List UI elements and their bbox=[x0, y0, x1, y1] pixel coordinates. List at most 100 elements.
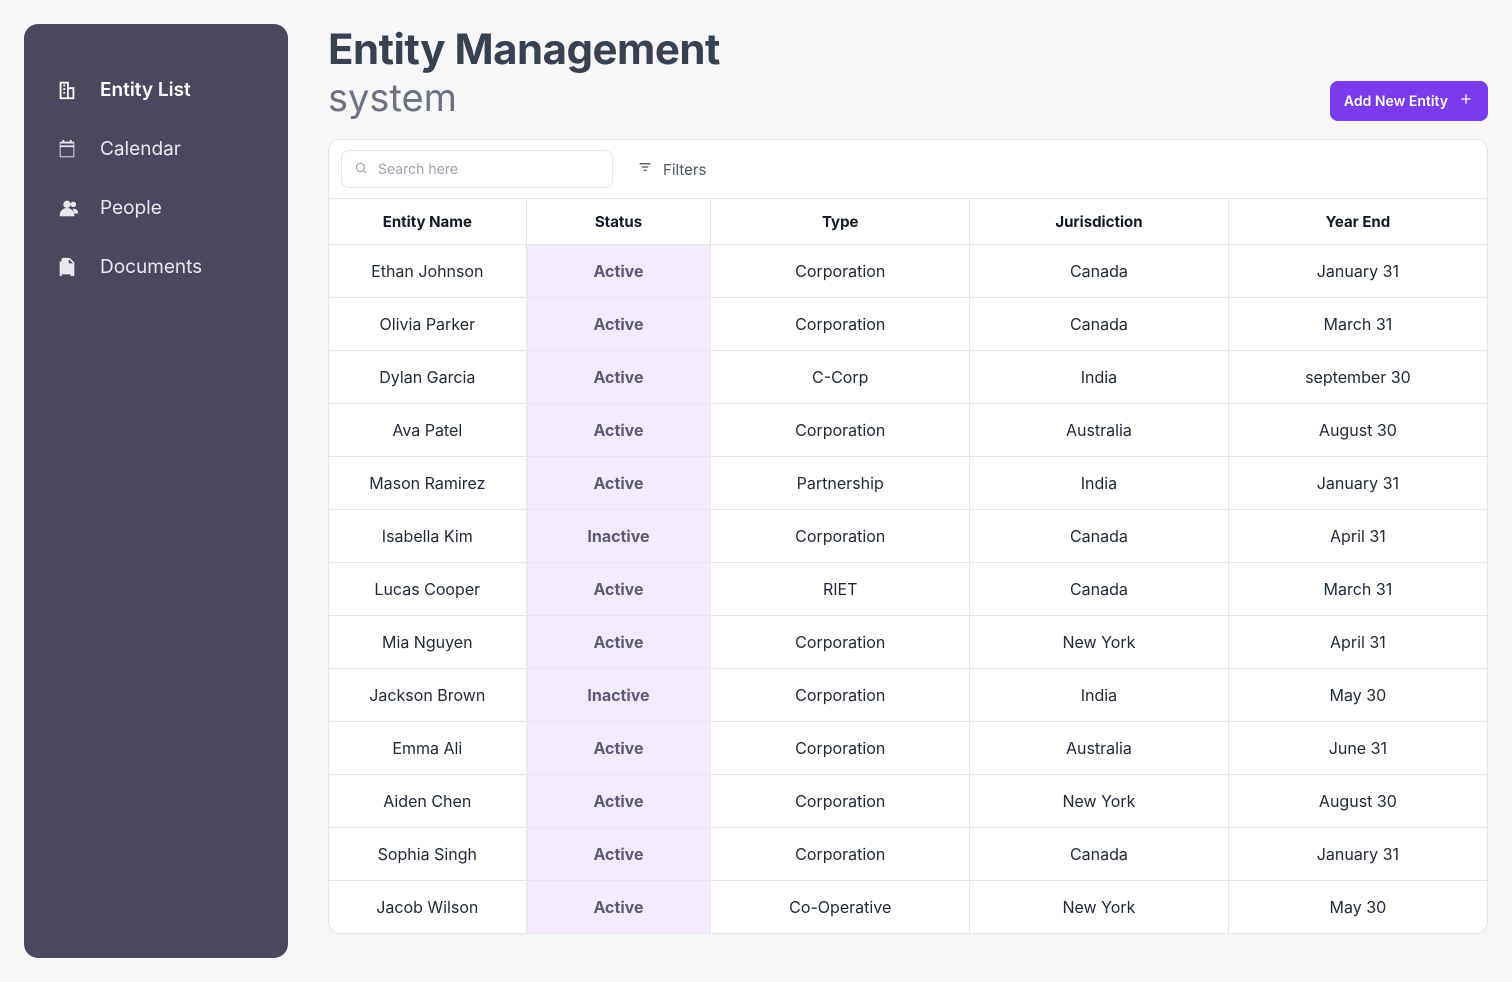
search-box[interactable] bbox=[341, 150, 613, 188]
sidebar-item-label: Entity List bbox=[100, 78, 191, 101]
cell-jurisdiction: New York bbox=[970, 616, 1229, 669]
col-status[interactable]: Status bbox=[526, 199, 711, 245]
sidebar-item-entity-list[interactable]: Entity List bbox=[48, 60, 264, 119]
table-row[interactable]: Sophia SinghActiveCorporationCanadaJanua… bbox=[329, 828, 1487, 881]
entity-table: Entity Name Status Type Jurisdiction Yea… bbox=[329, 198, 1487, 933]
table-row[interactable]: Dylan GarciaActiveC-CorpIndiaseptember 3… bbox=[329, 351, 1487, 404]
cell-status: Inactive bbox=[526, 510, 711, 563]
cell-status: Active bbox=[526, 563, 711, 616]
cell-entity-name: Ethan Johnson bbox=[329, 245, 526, 298]
page-title-line2: system bbox=[328, 75, 720, 121]
cell-jurisdiction: Canada bbox=[970, 563, 1229, 616]
building-icon bbox=[56, 79, 78, 101]
table-row[interactable]: Jackson BrownInactiveCorporationIndiaMay… bbox=[329, 669, 1487, 722]
col-entity-name[interactable]: Entity Name bbox=[329, 199, 526, 245]
sidebar-item-label: Calendar bbox=[100, 137, 181, 160]
main-content: Entity Management system Add New Entity bbox=[328, 24, 1488, 958]
sidebar-item-label: Documents bbox=[100, 255, 202, 278]
table-row[interactable]: Isabella KimInactiveCorporationCanadaApr… bbox=[329, 510, 1487, 563]
search-input[interactable] bbox=[378, 161, 600, 178]
cell-year-end: January 31 bbox=[1228, 828, 1487, 881]
cell-status: Active bbox=[526, 351, 711, 404]
table-row[interactable]: Lucas CooperActiveRIETCanadaMarch 31 bbox=[329, 563, 1487, 616]
cell-jurisdiction: Canada bbox=[970, 510, 1229, 563]
col-jurisdiction[interactable]: Jurisdiction bbox=[970, 199, 1229, 245]
col-year-end[interactable]: Year End bbox=[1228, 199, 1487, 245]
cell-type: Corporation bbox=[711, 298, 970, 351]
table-toolbar: Filters bbox=[329, 140, 1487, 198]
cell-type: Corporation bbox=[711, 245, 970, 298]
table-row[interactable]: Ava PatelActiveCorporationAustraliaAugus… bbox=[329, 404, 1487, 457]
table-row[interactable]: Aiden ChenActiveCorporationNew YorkAugus… bbox=[329, 775, 1487, 828]
table-row[interactable]: Olivia ParkerActiveCorporationCanadaMarc… bbox=[329, 298, 1487, 351]
cell-year-end: september 30 bbox=[1228, 351, 1487, 404]
cell-jurisdiction: New York bbox=[970, 881, 1229, 934]
cell-entity-name: Lucas Cooper bbox=[329, 563, 526, 616]
cell-year-end: June 31 bbox=[1228, 722, 1487, 775]
cell-jurisdiction: Canada bbox=[970, 298, 1229, 351]
search-icon bbox=[354, 159, 368, 179]
table-row[interactable]: Jacob WilsonActiveCo-OperativeNew YorkMa… bbox=[329, 881, 1487, 934]
cell-type: Corporation bbox=[711, 616, 970, 669]
cell-jurisdiction: India bbox=[970, 669, 1229, 722]
table-row[interactable]: Emma AliActiveCorporationAustraliaJune 3… bbox=[329, 722, 1487, 775]
cell-entity-name: Mia Nguyen bbox=[329, 616, 526, 669]
cell-status: Active bbox=[526, 404, 711, 457]
cell-type: Corporation bbox=[711, 828, 970, 881]
cell-year-end: August 30 bbox=[1228, 404, 1487, 457]
cell-jurisdiction: India bbox=[970, 351, 1229, 404]
cell-year-end: May 30 bbox=[1228, 669, 1487, 722]
plus-icon bbox=[1458, 91, 1474, 111]
table-row[interactable]: Ethan JohnsonActiveCorporationCanadaJanu… bbox=[329, 245, 1487, 298]
cell-status: Active bbox=[526, 775, 711, 828]
table-header-row: Entity Name Status Type Jurisdiction Yea… bbox=[329, 199, 1487, 245]
cell-entity-name: Olivia Parker bbox=[329, 298, 526, 351]
cell-year-end: January 31 bbox=[1228, 457, 1487, 510]
cell-status: Active bbox=[526, 298, 711, 351]
add-new-entity-button[interactable]: Add New Entity bbox=[1330, 81, 1488, 121]
cell-type: Corporation bbox=[711, 775, 970, 828]
table-row[interactable]: Mason RamirezActivePartnershipIndiaJanua… bbox=[329, 457, 1487, 510]
page-title: Entity Management system bbox=[328, 24, 720, 121]
add-button-label: Add New Entity bbox=[1344, 93, 1448, 110]
cell-type: Corporation bbox=[711, 510, 970, 563]
page-title-line1: Entity Management bbox=[328, 24, 720, 75]
sidebar-item-label: People bbox=[100, 196, 162, 219]
cell-jurisdiction: India bbox=[970, 457, 1229, 510]
cell-status: Active bbox=[526, 881, 711, 934]
cell-status: Active bbox=[526, 828, 711, 881]
cell-type: Corporation bbox=[711, 404, 970, 457]
cell-status: Active bbox=[526, 722, 711, 775]
cell-type: Corporation bbox=[711, 669, 970, 722]
entity-table-card: Filters Entity Name Status Type Jurisdic… bbox=[328, 139, 1488, 934]
cell-entity-name: Emma Ali bbox=[329, 722, 526, 775]
filters-icon bbox=[637, 159, 653, 179]
cell-entity-name: Jacob Wilson bbox=[329, 881, 526, 934]
table-row[interactable]: Mia NguyenActiveCorporationNew YorkApril… bbox=[329, 616, 1487, 669]
cell-jurisdiction: Australia bbox=[970, 404, 1229, 457]
col-type[interactable]: Type bbox=[711, 199, 970, 245]
documents-icon bbox=[56, 256, 78, 278]
filters-button[interactable]: Filters bbox=[637, 159, 706, 179]
cell-year-end: August 30 bbox=[1228, 775, 1487, 828]
cell-year-end: January 31 bbox=[1228, 245, 1487, 298]
sidebar-item-documents[interactable]: Documents bbox=[48, 237, 264, 296]
cell-status: Active bbox=[526, 457, 711, 510]
cell-year-end: April 31 bbox=[1228, 616, 1487, 669]
cell-jurisdiction: Canada bbox=[970, 245, 1229, 298]
cell-entity-name: Ava Patel bbox=[329, 404, 526, 457]
sidebar-item-calendar[interactable]: Calendar bbox=[48, 119, 264, 178]
cell-type: C-Corp bbox=[711, 351, 970, 404]
cell-entity-name: Dylan Garcia bbox=[329, 351, 526, 404]
cell-jurisdiction: New York bbox=[970, 775, 1229, 828]
cell-year-end: March 31 bbox=[1228, 298, 1487, 351]
cell-status: Inactive bbox=[526, 669, 711, 722]
cell-type: RIET bbox=[711, 563, 970, 616]
calendar-icon bbox=[56, 138, 78, 160]
sidebar: Entity List Calendar People Documents bbox=[24, 24, 288, 958]
cell-entity-name: Isabella Kim bbox=[329, 510, 526, 563]
cell-entity-name: Aiden Chen bbox=[329, 775, 526, 828]
cell-year-end: March 31 bbox=[1228, 563, 1487, 616]
sidebar-item-people[interactable]: People bbox=[48, 178, 264, 237]
cell-jurisdiction: Canada bbox=[970, 828, 1229, 881]
